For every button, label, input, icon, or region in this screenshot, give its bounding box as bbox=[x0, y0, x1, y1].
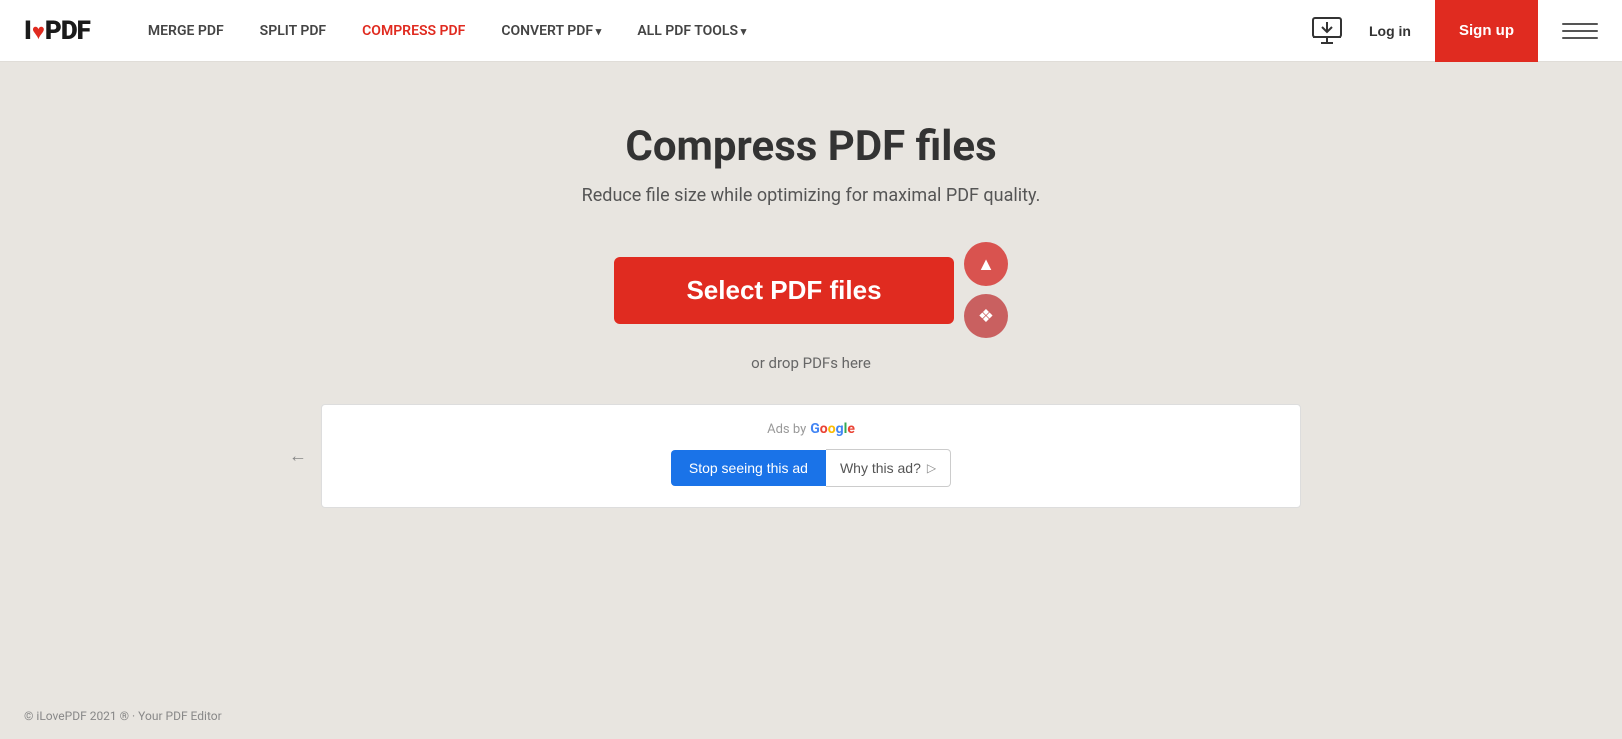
nav-item-split[interactable]: SPLIT PDF bbox=[242, 15, 344, 47]
ads-by-google-label: Ads by Google bbox=[338, 421, 1284, 437]
cloud-icon-buttons: ▲ ❖ bbox=[964, 242, 1008, 338]
nav-item-all-tools[interactable]: ALL PDF TOOLS bbox=[619, 15, 764, 47]
nav-item-merge[interactable]: MERGE PDF bbox=[130, 15, 242, 47]
logo-heart-icon: ♥ bbox=[32, 20, 44, 45]
google-o2: o bbox=[828, 421, 836, 437]
hamburger-menu[interactable] bbox=[1562, 13, 1598, 49]
google-drive-button[interactable]: ▲ bbox=[964, 242, 1008, 286]
dropbox-button[interactable]: ❖ bbox=[964, 294, 1008, 338]
logo-text: I♥PDF bbox=[24, 16, 90, 46]
select-pdf-button[interactable]: Select PDF files bbox=[614, 257, 954, 324]
main-content: Compress PDF files Reduce file size whil… bbox=[0, 62, 1622, 693]
select-area: Select PDF files ▲ ❖ bbox=[614, 242, 1008, 338]
why-ad-arrow-icon: ▷ bbox=[927, 461, 936, 475]
google-o1: o bbox=[820, 421, 828, 437]
google-logo: Google bbox=[810, 421, 855, 437]
why-this-ad-button[interactable]: Why this ad? ▷ bbox=[826, 449, 951, 487]
page-subtitle: Reduce file size while optimizing for ma… bbox=[582, 185, 1041, 206]
signup-button[interactable]: Sign up bbox=[1435, 0, 1538, 62]
header-right: Log in Sign up bbox=[1309, 0, 1598, 62]
ads-back-arrow-icon[interactable]: ← bbox=[289, 446, 307, 467]
nav-item-convert[interactable]: CONVERT PDF bbox=[483, 15, 619, 47]
copyright-text: © iLovePDF 2021 ® · Your PDF Editor bbox=[24, 709, 222, 723]
hamburger-line-1 bbox=[1562, 23, 1598, 25]
main-nav: MERGE PDF SPLIT PDF COMPRESS PDF CONVERT… bbox=[130, 15, 1309, 47]
logo[interactable]: I♥PDF bbox=[24, 16, 90, 46]
nav-item-compress[interactable]: COMPRESS PDF bbox=[344, 15, 483, 47]
ad-actions: Stop seeing this ad Why this ad? ▷ bbox=[338, 449, 1284, 487]
why-ad-text: Why this ad? bbox=[840, 460, 921, 476]
hamburger-line-3 bbox=[1562, 37, 1598, 39]
desktop-download-icon[interactable] bbox=[1309, 13, 1345, 49]
google-g: G bbox=[810, 421, 820, 437]
header: I♥PDF MERGE PDF SPLIT PDF COMPRESS PDF C… bbox=[0, 0, 1622, 62]
google-drive-icon: ▲ bbox=[977, 254, 995, 275]
login-button[interactable]: Log in bbox=[1357, 15, 1423, 47]
drop-text: or drop PDFs here bbox=[751, 354, 871, 372]
stop-seeing-ad-button[interactable]: Stop seeing this ad bbox=[671, 450, 826, 486]
google-e: e bbox=[847, 421, 855, 437]
ads-by-text: Ads by bbox=[767, 422, 806, 437]
ads-container: Ads by Google Stop seeing this ad Why th… bbox=[321, 404, 1301, 508]
dropbox-icon: ❖ bbox=[978, 306, 994, 327]
hamburger-line-2 bbox=[1562, 30, 1598, 32]
page-title: Compress PDF files bbox=[625, 122, 996, 171]
google-g2: g bbox=[836, 421, 844, 437]
footer: © iLovePDF 2021 ® · Your PDF Editor bbox=[0, 693, 1622, 739]
